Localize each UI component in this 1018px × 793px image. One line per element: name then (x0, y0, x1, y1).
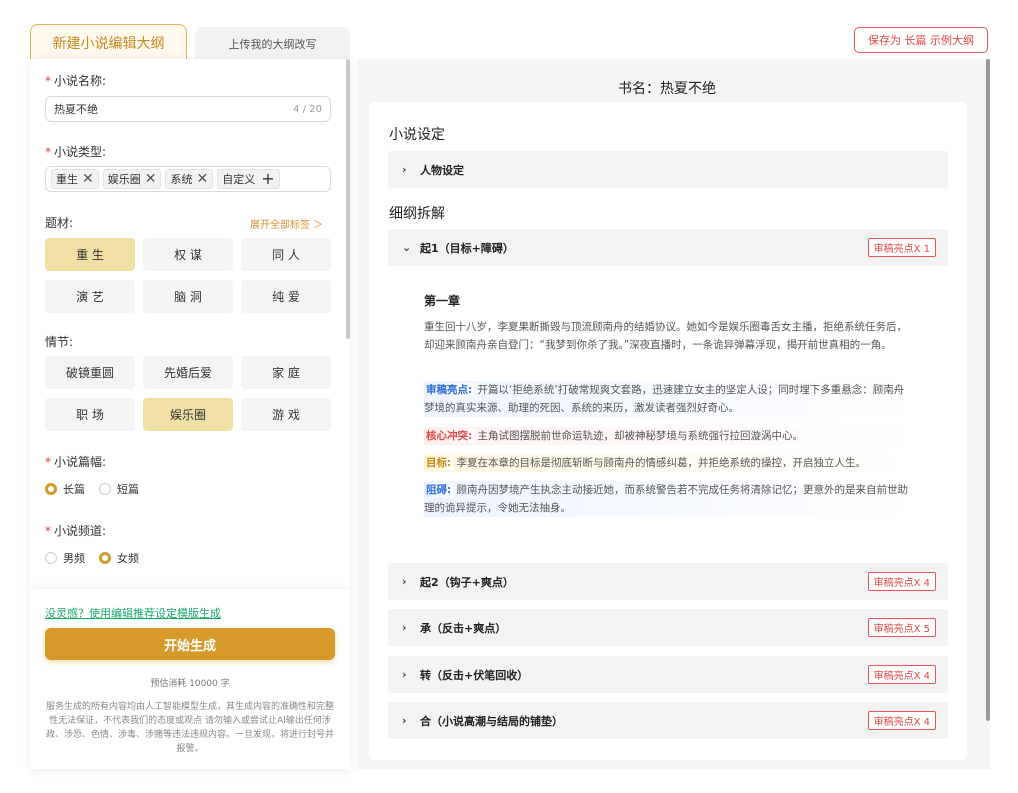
tab-upload-outline[interactable]: 上传我的大纲改写 (195, 27, 350, 60)
chevron-down-icon: ⌄ (402, 241, 412, 254)
chevron-right-icon: › (402, 668, 407, 681)
channel-radio-group: 男频 女频 (45, 550, 153, 566)
plus-icon: + (261, 169, 275, 188)
type-tag: 重生 ✕ (51, 169, 99, 189)
plot-option[interactable]: 职 场 (45, 398, 135, 431)
plot-option[interactable]: 破镜重圆 (45, 356, 135, 389)
theme-label: 题材: (45, 216, 74, 230)
plot-option[interactable]: 娱乐圈 (143, 398, 233, 431)
outline-section-row[interactable]: › 承（反击+爽点） 审稿亮点X 5 (388, 609, 948, 646)
review-highlight-text: 开篇以‘拒绝系统’打破常规爽文套路，迅速建立女主的坚定人设；同时埋下多重悬念：顾… (424, 384, 905, 414)
estimated-cost: 预估消耗 10000 字 (150, 679, 230, 689)
review-highlight-badge: 审稿亮点X 4 (867, 711, 936, 730)
core-conflict-text: 主角试图摆脱前世命运轨迹，却被神秘梦境与系统强行拉回漩涡中心。 (477, 430, 804, 442)
type-tag: 系统 ✕ (165, 169, 214, 189)
channel-label: * 小说频道: (45, 524, 107, 538)
plot-option[interactable]: 游 戏 (241, 398, 331, 431)
outline-card: 小说设定 › 人物设定 细纲拆解 ⌄ 起1（目标+障碍） 审稿亮点X 1 第一章… (369, 102, 967, 760)
review-highlight-badge: 审稿亮点X 4 (867, 665, 936, 684)
close-icon[interactable]: ✕ (82, 172, 94, 186)
length-option-long[interactable]: 长篇 (45, 481, 85, 497)
right-scrollbar[interactable] (986, 59, 990, 721)
theme-option[interactable]: 同 人 (241, 238, 331, 271)
chevron-right-icon: › (402, 714, 407, 727)
novel-name-value: 热夏不绝 (54, 103, 98, 116)
disclaimer-text: 服务生成的所有内容均由人工智能模型生成，其生成内容的准确性和完整性无法保证，不代… (45, 702, 334, 754)
template-recommend-link[interactable]: 没灵感？使用编辑推荐设定模版生成 (45, 605, 221, 621)
chevron-right-icon: › (402, 575, 407, 588)
goal-block: 目标: 李夏在本章的目标是彻底斩断与顾南舟的情感纠葛，并拒绝系统的操控，开启独立… (424, 454, 914, 472)
theme-option[interactable]: 脑 洞 (143, 280, 233, 313)
close-icon[interactable]: ✕ (196, 172, 208, 186)
novel-type-label: * 小说类型: (45, 145, 107, 159)
outline-section-row[interactable]: ⌄ 起1（目标+障碍） 审稿亮点X 1 (388, 229, 948, 266)
chapter-title: 第一章 (424, 294, 461, 308)
theme-option[interactable]: 演 艺 (45, 280, 135, 313)
channel-option-female[interactable]: 女频 (99, 550, 139, 566)
radio-unchecked-icon (45, 552, 57, 564)
chevron-right-icon: › (402, 621, 407, 634)
type-tag: 娱乐圈 ✕ (102, 169, 162, 189)
generate-area: 没灵感？使用编辑推荐设定模版生成 开始生成 预估消耗 10000 字 服务生成的… (30, 589, 350, 769)
tab-new-outline[interactable]: 新建小说编辑大纲 (30, 24, 187, 60)
novel-name-count: 4 / 20 (293, 103, 322, 115)
obstacle-label: 阻碍: (424, 483, 454, 497)
theme-option[interactable]: 权 谋 (143, 238, 233, 271)
length-label: * 小说篇幅: (45, 455, 107, 469)
radio-checked-icon (99, 552, 111, 564)
outline-section-row[interactable]: › 合（小说高潮与结局的铺垫） 审稿亮点X 4 (388, 702, 948, 739)
close-icon[interactable]: ✕ (145, 172, 157, 186)
outline-preview-panel: 书名：热夏不绝 小说设定 › 人物设定 细纲拆解 ⌄ 起1（目标+障碍） 审稿亮… (357, 59, 990, 769)
tab-new-outline-label: 新建小说编辑大纲 (52, 35, 165, 52)
review-highlight-badge: 审稿亮点X 4 (867, 572, 936, 591)
review-highlight-badge: 审稿亮点X 1 (867, 238, 936, 257)
save-as-example-button[interactable]: 保存为 长篇 示例大纲 (854, 27, 988, 53)
theme-option[interactable]: 重 生 (45, 238, 135, 271)
expand-all-tags-link[interactable]: 展开全部标签 ＞ (250, 216, 323, 231)
plot-option[interactable]: 家 庭 (241, 356, 331, 389)
chapter-summary: 重生回十八岁，李夏果断撕毁与顶流顾南舟的结婚协议。她如今是娱乐圈毒舌女主播，拒绝… (424, 321, 907, 351)
obstacle-text: 顾南舟因梦境产生执念主动接近她，而系统警告若不完成任务将清除记忆；更意外的是来自… (424, 484, 909, 514)
length-option-short[interactable]: 短篇 (99, 481, 139, 497)
core-conflict-block: 核心冲突: 主角试图摆脱前世命运轨迹，却被神秘梦境与系统强行拉回漩涡中心。 (424, 427, 914, 445)
radio-checked-icon (45, 483, 57, 495)
review-highlight-label: 审稿亮点: (424, 383, 475, 397)
left-scrollbar[interactable] (346, 59, 350, 339)
core-conflict-label: 核心冲突: (424, 429, 475, 443)
novel-type-input[interactable]: 重生 ✕ 娱乐圈 ✕ 系统 ✕ 自定义 + (45, 166, 331, 192)
novel-name-input[interactable]: 热夏不绝 4 / 20 (45, 96, 331, 122)
length-radio-group: 长篇 短篇 (45, 481, 153, 497)
outline-section-title: 细纲拆解 (389, 206, 445, 222)
novel-name-label: * 小说名称: (45, 74, 107, 88)
outline-form-panel: * 小说名称: 热夏不绝 4 / 20 * 小说类型: 重生 ✕ 娱乐圈 ✕ 系统 ✕ 自… (30, 59, 350, 769)
review-highlight-block: 审稿亮点: 开篇以‘拒绝系统’打破常规爽文套路，迅速建立女主的坚定人设；同时埋下… (424, 381, 914, 417)
tab-upload-outline-label: 上传我的大纲改写 (228, 37, 317, 51)
outline-section-row[interactable]: › 转（反击+伏笔回收） 审稿亮点X 4 (388, 656, 948, 693)
plot-label: 情节: (45, 335, 74, 349)
goal-text: 李夏在本章的目标是彻底斩断与顾南舟的情感纠葛，并拒绝系统的操控，开启独立人生。 (456, 457, 867, 469)
obstacle-block: 阻碍: 顾南舟因梦境产生执念主动接近她，而系统警告若不完成任务将清除记忆；更意外… (424, 481, 914, 517)
radio-unchecked-icon (99, 483, 111, 495)
custom-tag-button[interactable]: 自定义 + (217, 169, 280, 189)
review-highlight-badge: 审稿亮点X 5 (867, 618, 936, 637)
outline-section-row[interactable]: › 起2（钩子+爽点） 审稿亮点X 4 (388, 563, 948, 600)
book-title: 书名：热夏不绝 (618, 81, 716, 97)
start-generate-button[interactable]: 开始生成 (45, 628, 335, 660)
character-settings-row[interactable]: › 人物设定 (388, 151, 948, 188)
chevron-right-icon: › (402, 163, 407, 176)
theme-option[interactable]: 纯 爱 (241, 280, 331, 313)
goal-label: 目标: (424, 456, 454, 470)
settings-section-title: 小说设定 (389, 127, 445, 143)
channel-option-male[interactable]: 男频 (45, 550, 85, 566)
plot-option[interactable]: 先婚后爱 (143, 356, 233, 389)
